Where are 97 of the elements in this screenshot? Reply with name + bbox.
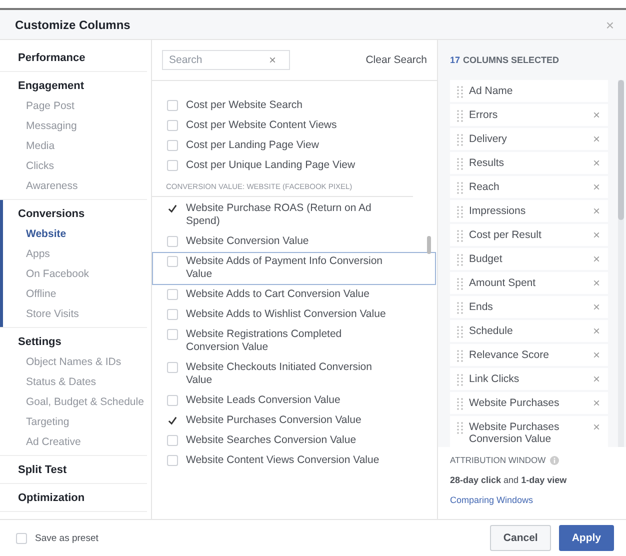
selected-column-item[interactable]: Schedule × (450, 320, 608, 342)
save-as-preset-label[interactable]: Save as preset (35, 532, 98, 544)
option-label[interactable]: Website Registrations Completed Conversion Value (186, 328, 386, 354)
search-field[interactable]: Search × (162, 50, 290, 70)
column-label: Cost per Result (469, 229, 542, 241)
category-heading[interactable]: Performance (18, 48, 147, 68)
category-heading[interactable]: Conversions (18, 204, 147, 224)
option-label[interactable]: Website Purchase ROAS (Return on Ad Spend) (186, 202, 386, 228)
drag-handle-icon[interactable] (457, 254, 463, 266)
category-heading[interactable]: Split Test (18, 460, 147, 480)
selected-column-item[interactable]: Website Purchases Conversion Value × (450, 416, 608, 447)
scrollbar[interactable] (618, 80, 624, 447)
option-label[interactable]: Cost per Website Content Views (186, 119, 337, 132)
column-label: Reach (469, 181, 500, 193)
drag-handle-icon[interactable] (457, 302, 463, 314)
drag-handle-icon[interactable] (457, 422, 463, 434)
checkbox[interactable] (167, 455, 178, 466)
clear-icon[interactable]: × (269, 53, 276, 67)
selected-column-item[interactable]: Website Purchases × (450, 392, 608, 414)
drag-handle-icon[interactable] (457, 374, 463, 386)
checkbox[interactable] (16, 533, 27, 544)
option-label[interactable]: Website Conversion Value (186, 235, 309, 248)
drag-handle-icon[interactable] (457, 230, 463, 242)
drag-handle-icon[interactable] (457, 278, 463, 290)
column-label: Amount Spent (469, 277, 537, 289)
drag-handle-icon[interactable] (457, 134, 463, 146)
drag-handle-icon[interactable] (457, 86, 463, 98)
selected-column-item[interactable]: Delivery × (450, 128, 608, 150)
column-count: 17 (450, 55, 460, 65)
category-heading[interactable]: Engagement (18, 76, 147, 96)
selected-column-item[interactable]: Ad Name (450, 80, 608, 102)
scrollbar-thumb[interactable] (427, 236, 431, 254)
selected-column-item[interactable]: Link Clicks × (450, 368, 608, 390)
selected-column-item[interactable]: Relevance Score × (450, 344, 608, 366)
dialog-title: Customize Columns (15, 18, 130, 32)
category-heading[interactable]: Settings (18, 332, 147, 352)
option-label[interactable]: Website Adds to Wishlist Conversion Value (186, 308, 386, 321)
checkbox[interactable] (167, 120, 178, 131)
selected-column-item[interactable]: Cost per Result × (450, 224, 608, 246)
option-label[interactable]: Website Adds of Payment Info Conversion Value (186, 255, 386, 281)
drag-handle-icon[interactable] (457, 398, 463, 410)
drag-handle-icon[interactable] (457, 326, 463, 338)
category-heading[interactable]: Optimization (18, 488, 147, 508)
column-label: Website Purchases Conversion Value (469, 421, 560, 445)
column-label: Website Purchases (469, 397, 560, 409)
drag-handle-icon[interactable] (457, 182, 463, 194)
column-label: Impressions (469, 205, 527, 217)
option-label[interactable]: Website Adds to Cart Conversion Value (186, 288, 370, 301)
info-icon[interactable] (550, 456, 559, 464)
sidebar-item[interactable]: Website (18, 224, 147, 244)
column-label: Ends (469, 301, 494, 313)
option-label[interactable]: Cost per Unique Landing Page View (186, 159, 356, 172)
option-label[interactable]: Website Leads Conversion Value (186, 394, 340, 407)
option-label[interactable]: Website Content Views Conversion Value (186, 454, 380, 467)
checkbox[interactable] (167, 256, 178, 267)
checkbox[interactable] (167, 289, 178, 300)
checkbox[interactable] (167, 236, 178, 247)
option-label[interactable]: Cost per Landing Page View (186, 139, 319, 152)
option-label[interactable]: Website Checkouts Initiated Conversion Value (186, 361, 386, 387)
selected-column-item[interactable]: Budget × (450, 248, 608, 270)
checkbox[interactable] (167, 309, 178, 320)
column-label: Budget (469, 253, 504, 265)
comparing-windows-link[interactable]: Comparing Windows (450, 495, 614, 505)
checkbox[interactable] (167, 329, 178, 340)
selected-column-item[interactable]: Ends × (450, 296, 608, 318)
drag-handle-icon[interactable] (457, 206, 463, 218)
checkbox[interactable] (167, 395, 178, 406)
attribution-value: 28-day click and 1-day view (450, 475, 568, 485)
selected-column-item[interactable]: Reach × (450, 176, 608, 198)
checkbox[interactable] (167, 435, 178, 446)
drag-handle-icon[interactable] (457, 110, 463, 122)
checkbox[interactable] (167, 160, 178, 171)
checkbox[interactable] (167, 362, 178, 373)
column-label: Schedule (469, 325, 514, 337)
column-label: Results (469, 157, 506, 169)
column-label: Ad Name (469, 85, 514, 97)
highlighted-option[interactable]: Website Adds of Payment Info Conversion Value (152, 252, 436, 285)
option-label[interactable]: Cost per Website Search (186, 99, 303, 112)
column-label: Delivery (469, 133, 508, 145)
column-label: Link Clicks (469, 373, 520, 385)
selected-column-item[interactable]: Results × (450, 152, 608, 174)
checkbox[interactable] (167, 140, 178, 151)
option-label[interactable]: Website Purchases Conversion Value (186, 414, 362, 427)
selected-column-item[interactable]: Impressions × (450, 200, 608, 222)
selected-column-item[interactable]: Errors × (450, 104, 608, 126)
apply-button[interactable]: Apply (558, 525, 614, 551)
column-label: Relevance Score (469, 349, 550, 361)
drag-handle-icon[interactable] (457, 158, 463, 170)
checkbox[interactable] (167, 100, 178, 111)
column-label: Errors (469, 109, 499, 121)
option-label[interactable]: Website Searches Conversion Value (186, 434, 356, 447)
attribution-heading: ATTRIBUTION WINDOW (450, 455, 546, 465)
drag-handle-icon[interactable] (457, 350, 463, 362)
columns-selected-label: COLUMNS SELECTED (463, 55, 560, 65)
cancel-button[interactable]: Cancel (490, 525, 551, 551)
clear-search-link[interactable]: Clear Search (366, 54, 427, 66)
selected-column-item[interactable]: Amount Spent × (450, 272, 608, 294)
